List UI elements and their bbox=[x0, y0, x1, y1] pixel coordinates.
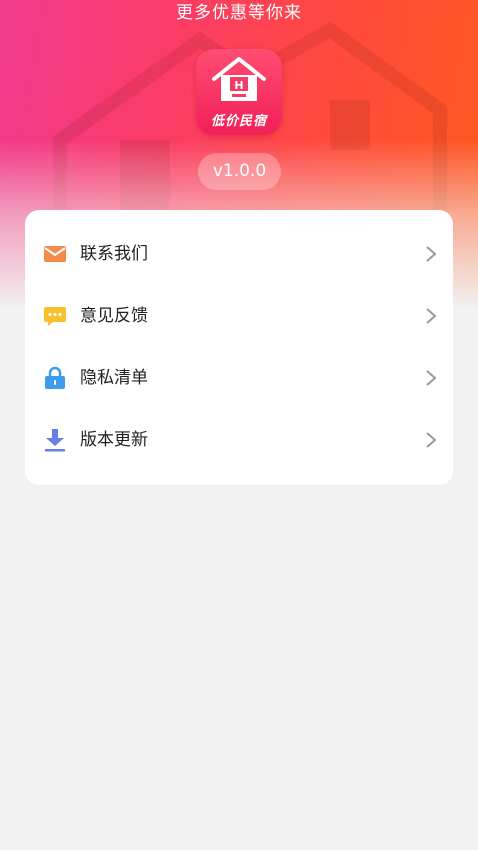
version-badge: v1.0.0 bbox=[198, 153, 281, 190]
chat-bubble-icon bbox=[44, 307, 66, 326]
chevron-right-icon bbox=[426, 432, 437, 448]
menu-item-feedback[interactable]: 意见反馈 bbox=[25, 285, 453, 347]
menu-item-contact-us[interactable]: 联系我们 bbox=[25, 223, 453, 285]
download-icon bbox=[45, 429, 65, 452]
chevron-right-icon bbox=[426, 370, 437, 386]
logo-text: 低价民宿 bbox=[210, 114, 267, 129]
tagline-text: 更多优惠等你来 bbox=[176, 3, 302, 23]
menu-item-label: 联系我们 bbox=[80, 244, 148, 264]
svg-text:H: H bbox=[234, 79, 243, 92]
menu-item-label: 版本更新 bbox=[80, 430, 148, 450]
chevron-right-icon bbox=[426, 246, 437, 262]
mail-icon bbox=[44, 246, 66, 262]
menu-item-version-update[interactable]: 版本更新 bbox=[25, 409, 453, 471]
lock-icon bbox=[45, 366, 65, 389]
menu-item-label: 隐私清单 bbox=[80, 368, 148, 388]
menu-card: 联系我们 意见反馈 隐私清单 版本更新 bbox=[25, 210, 453, 485]
app-logo: H 低价民宿 bbox=[196, 49, 282, 135]
menu-item-label: 意见反馈 bbox=[80, 306, 148, 326]
house-icon: H bbox=[212, 57, 266, 101]
chevron-right-icon bbox=[426, 308, 437, 324]
menu-item-privacy-list[interactable]: 隐私清单 bbox=[25, 347, 453, 409]
